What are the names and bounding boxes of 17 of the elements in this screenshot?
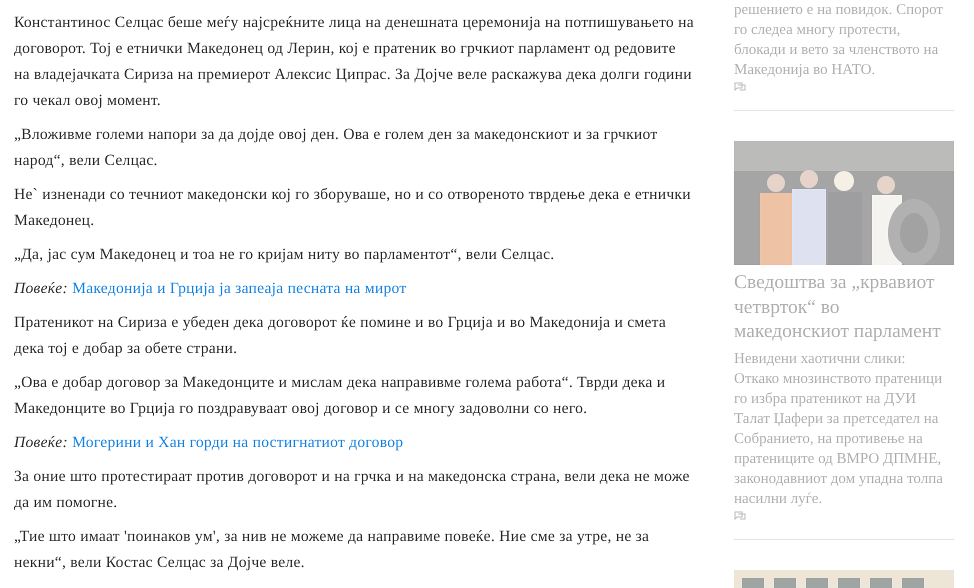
article-paragraph: Константинос Селцас беше меѓу најсреќните лица на денешната церемонија на потпишувањето на договорот. Тој е етнички Македонец од Лерин, кој е пратеник во грчкиот парламент од редовите на владејачката Сириза на премиерот Алексис Ципрас. За Дојче веле раскажува дека долги години го чекал овој момент. [14,13,694,111]
article-paragraph: Не` изненади со течниот македонски кој го зборуваше, но и со отвореното тврдење дека е етнички Македонец. [14,185,692,231]
related-article-link[interactable]: Могерини и Хан горди на постигнатиот договор [72,434,404,451]
comments-icon[interactable] [734,82,746,92]
teaser-headline[interactable]: Сведоштва за „крвавиот четврток“ во македонскиот парламент [734,271,954,344]
article-paragraph: Пратеникот на Сириза е убеден дека договорот ќе помине и во Грција и во Македонија и смета дека тој е добар за обете страни. [14,313,668,359]
more-label: Повеќе: [14,280,68,297]
teaser-summary: Невидени хаотични слики: Откако мнозинството пратеници го избра пратеникот на ДУИ Талат Џафери за претседател на Собранието, на противење на пратениците од ВМРО ДПМНЕ, законодавниот дом упадна толпа насилни луѓе. [734,350,944,508]
article-paragraph: За оние што протестираат против договорот и на грчка и на македонска страна, вели дека не може да им помогне. [14,467,691,513]
related-article-link[interactable]: Македонија и Грција ја запеаја песната на мирот [72,280,406,297]
comments-icon[interactable] [734,510,746,520]
article-paragraph: „Да, јас сум Македонец и тоа не го кријам ниту во парламентот“, вели Селцас. [14,245,556,265]
teaser-summary: решението е на повидок. Спорот го следеа многу протести, блокади и вето за членството на Македонија во НАТО. [734,1,944,80]
article-paragraph: „Ова е добар договор за Македонците и мислам дека направивме голема работа“. Тврди дека и Македонците во Грција го поздравуваат овој договор и се многу задоволни со него. [14,373,666,419]
article-paragraph: „Тие што имаат 'поинаков ум', за нив не можеме да направиме повеќе. Ние сме за утре, не за некни“, вели Костас Селцас за Дојче веле. [14,527,650,573]
article-paragraph: „Вложивме големи напори за да дојде овој ден. Ова е голем ден за македонскиот и за грчкиот народ“, вели Селцас. [14,125,658,171]
more-label: Повеќе: [14,434,68,451]
